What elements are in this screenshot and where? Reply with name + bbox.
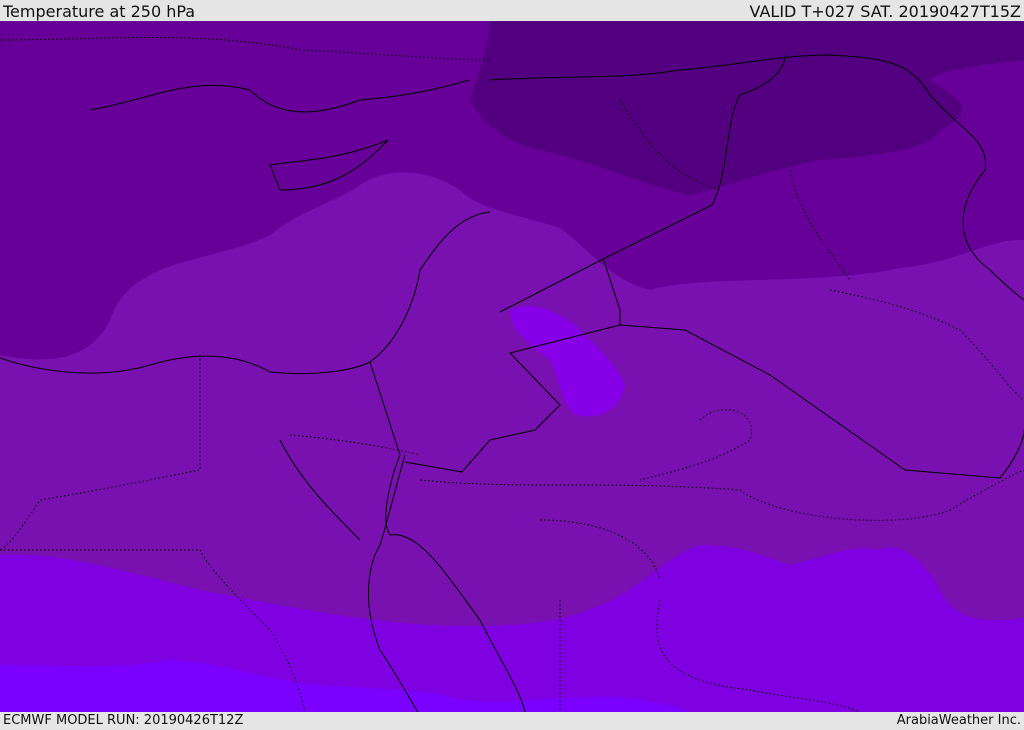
temperature-map (0, 21, 1024, 712)
credit: ArabiaWeather Inc. (896, 713, 1021, 728)
footer-bar: ECMWF MODEL RUN: 20190426T12Z ArabiaWeat… (0, 712, 1024, 729)
header-bar: Temperature at 250 hPa VALID T+027 SAT. … (0, 0, 1024, 21)
model-run: ECMWF MODEL RUN: 20190426T12Z (3, 713, 244, 728)
